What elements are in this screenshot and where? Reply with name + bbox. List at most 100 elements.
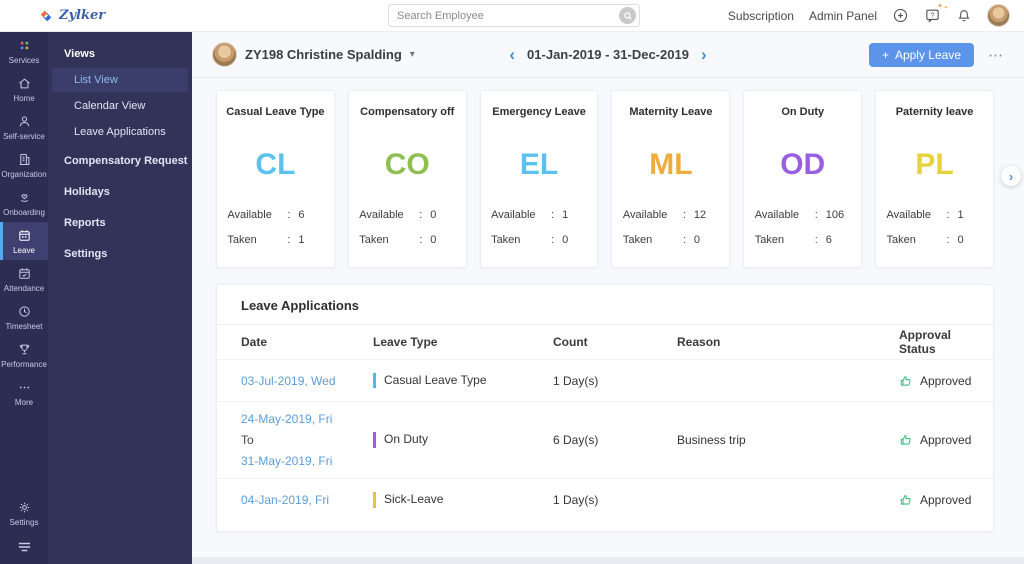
page-bottom-strip [192, 557, 1024, 564]
leave-type: Casual Leave Type [373, 372, 553, 389]
col-approval-status: Approval Status [899, 328, 952, 356]
cards-next-icon[interactable]: › [1001, 166, 1021, 186]
nav-settings[interactable]: Settings [48, 240, 192, 268]
gear-icon [19, 502, 29, 513]
header-actions: + Apply Leave ⋯ [868, 42, 1004, 67]
attendance-calendar-check-icon [18, 268, 30, 279]
leave-code: ML [649, 148, 693, 181]
table-row[interactable]: 24-May-2019, Fri To 31-May-2019, Fri On … [217, 402, 993, 479]
employee-search [388, 4, 640, 27]
apply-leave-button[interactable]: + Apply Leave [868, 42, 974, 67]
clock-icon [18, 306, 30, 317]
chevron-down-icon: ▾ [409, 49, 415, 60]
user-avatar[interactable] [987, 4, 1010, 27]
leave-count: 1 Day(s) [553, 373, 599, 388]
prev-period-icon[interactable]: ‹ [509, 46, 515, 63]
leave-reason: Business trip [677, 433, 746, 447]
leave-applications-card: Leave Applications Date Leave Type Count… [216, 284, 994, 532]
sidebar-item-timesheet[interactable]: Timesheet [0, 298, 48, 336]
plus-icon: + [881, 47, 889, 62]
leave-card-maternity[interactable]: Maternity Leave ML Available:12 Taken:0 [611, 90, 731, 268]
date-range-nav: ‹ 01-Jan-2019 - 31-Dec-2019 › [509, 46, 706, 63]
search-icon[interactable] [619, 7, 636, 24]
leave-date-link[interactable]: 03-Jul-2019, Wed [241, 374, 373, 388]
leave-calendar-icon [18, 230, 30, 241]
home-icon [18, 78, 30, 89]
col-count: Count [553, 335, 588, 349]
thumbs-up-icon [900, 375, 911, 386]
leave-type: Sick-Leave [373, 492, 553, 508]
sidebar-item-more[interactable]: More [0, 374, 48, 412]
leave-balance-cards: Casual Leave Type CL Available:6 Taken:1… [192, 78, 1024, 268]
svg-text:?: ? [931, 11, 935, 19]
sidebar-item-performance[interactable]: Performance [0, 336, 48, 374]
more-options-icon[interactable]: ⋯ [988, 46, 1004, 64]
collapse-sidebar-icon[interactable] [0, 532, 48, 564]
leave-code: OD [780, 148, 826, 181]
search-input[interactable] [389, 9, 619, 22]
approval-status: Approved [899, 374, 971, 388]
thumbs-up-icon [900, 495, 911, 505]
onboarding-icon [20, 194, 28, 202]
sidebar-item-home[interactable]: Home [0, 70, 48, 108]
nav-leave-applications[interactable]: Leave Applications [52, 120, 188, 144]
approval-status: Approved [899, 493, 971, 507]
admin-panel-link[interactable]: Admin Panel [809, 9, 877, 23]
zylker-logo[interactable]: Zylker [38, 8, 105, 24]
leave-card-on-duty[interactable]: On Duty OD Available:106 Taken:6 [743, 90, 863, 268]
leave-card-paternity[interactable]: Paternity leave PL Available:1 Taken:0 [875, 90, 994, 268]
col-reason: Reason [677, 335, 721, 349]
brand-name: Zylker [59, 8, 106, 23]
to-label: To [241, 433, 254, 447]
sidebar-item-organization[interactable]: Organization [0, 146, 48, 184]
topbar-actions: Subscription Admin Panel ? ✦ ✦ [728, 3, 1024, 27]
approval-status: Approved [899, 433, 971, 447]
services-icon [20, 41, 28, 50]
notifications-bell-icon[interactable] [956, 8, 972, 24]
leave-code: PL [915, 148, 954, 181]
add-icon[interactable] [892, 7, 909, 24]
rail-spacer [0, 412, 48, 494]
employee-avatar [212, 42, 237, 67]
nav-compensatory-request[interactable]: Compensatory Request [48, 147, 192, 175]
employee-name: ZY198 Christine Spalding [245, 47, 402, 62]
sidebar-item-leave[interactable]: Leave [0, 222, 48, 260]
thumbs-up-icon [900, 435, 911, 445]
leave-code: EL [519, 148, 559, 181]
nav-reports[interactable]: Reports [48, 209, 192, 237]
nav-holidays[interactable]: Holidays [48, 178, 192, 206]
leave-card-compensatory[interactable]: Compensatory off CO Available:0 Taken:0 [347, 90, 467, 268]
leave-date-from-link[interactable]: 24-May-2019, Fri [241, 412, 373, 426]
table-row[interactable]: 03-Jul-2019, Wed Casual Leave Type 1 Day… [217, 360, 993, 402]
nav-list-view[interactable]: List View [52, 68, 188, 92]
sidebar-item-self-service[interactable]: Self-service [0, 108, 48, 146]
main-content: ZY198 Christine Spalding ▾ ‹ 01-Jan-2019… [192, 32, 1024, 564]
more-ellipsis-icon [19, 386, 29, 389]
icon-sidebar: Services Home Self-service Organization … [0, 32, 48, 564]
date-range[interactable]: 01-Jan-2019 - 31-Dec-2019 [527, 47, 689, 62]
leave-count: 1 Day(s) [553, 493, 599, 507]
leave-date-range: 24-May-2019, Fri To 31-May-2019, Fri [241, 412, 373, 468]
leave-card-emergency[interactable]: Emergency Leave EL Available:1 Taken:0 [479, 90, 599, 268]
sidebar-item-services[interactable]: Services [0, 32, 48, 70]
nav-calendar-view[interactable]: Calendar View [52, 94, 188, 118]
sidebar-item-attendance[interactable]: Attendance [0, 260, 48, 298]
leave-date-to-link[interactable]: 31-May-2019, Fri [241, 454, 373, 468]
trophy-icon [19, 344, 29, 355]
subscription-link[interactable]: Subscription [728, 9, 794, 23]
top-bar: Zylker Subscription Admin Panel ? ✦ ✦ [0, 0, 1024, 32]
leave-nav-panel: Views List View Calendar View Leave Appl… [48, 32, 192, 564]
next-period-icon[interactable]: › [701, 46, 707, 63]
leave-date-link[interactable]: 04-Jan-2019, Fri [241, 493, 373, 507]
sparkle-icon: ✦ [937, 3, 943, 10]
leave-card-casual[interactable]: Casual Leave Type CL Available:6 Taken:1 [216, 90, 335, 268]
table-row[interactable]: 04-Jan-2019, Fri Sick-Leave 1 Day(s) App… [217, 479, 993, 521]
employee-selector[interactable]: ZY198 Christine Spalding ▾ [212, 42, 415, 67]
table-header-row: Date Leave Type Count Reason Approval St… [217, 325, 993, 360]
sparkle-icon: ✦ [943, 5, 948, 11]
sidebar-item-settings[interactable]: Settings [0, 494, 48, 532]
building-icon [19, 154, 29, 165]
help-chat-icon[interactable]: ? ✦ ✦ [924, 3, 948, 24]
sidebar-item-onboarding[interactable]: Onboarding [0, 184, 48, 222]
leave-type: On Duty [373, 432, 553, 448]
